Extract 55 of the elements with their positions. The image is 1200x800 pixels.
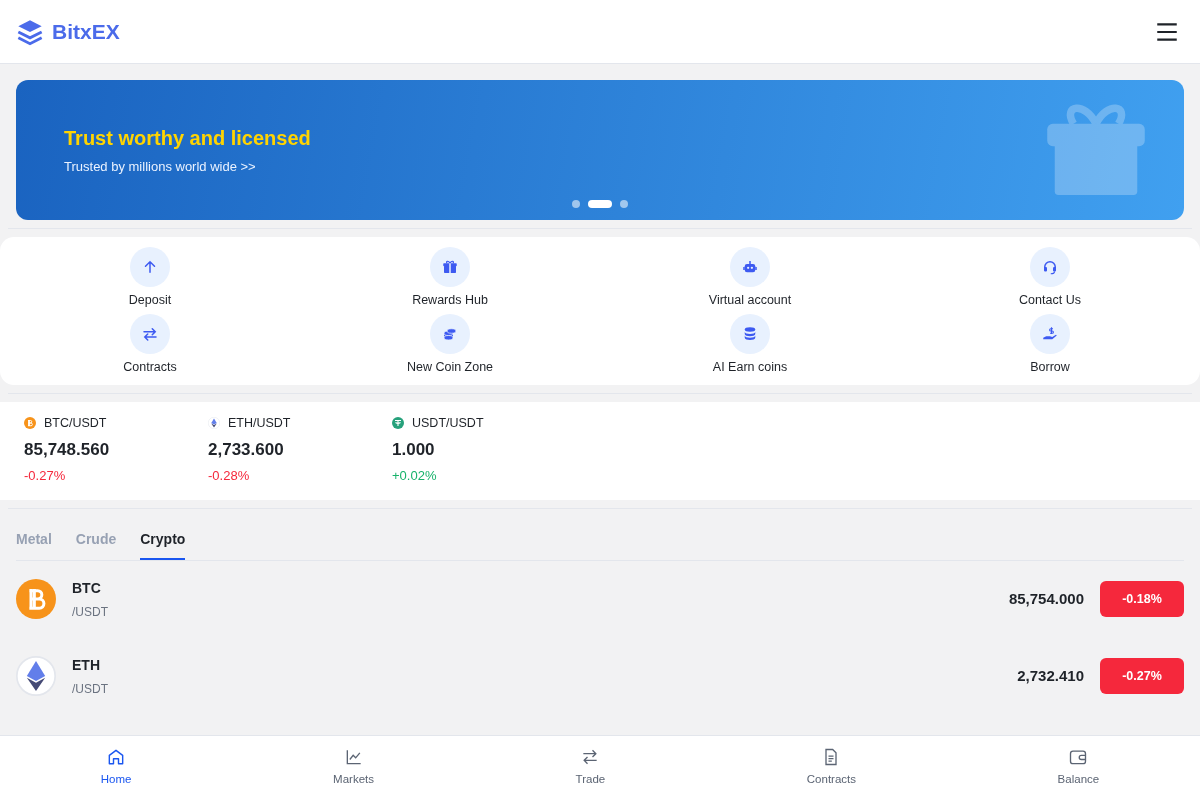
price-value: 85,754.000 — [1008, 589, 1084, 609]
category-tab[interactable]: Crypto — [140, 520, 186, 560]
nav-tab[interactable]: Home — [0, 736, 233, 800]
change-badge[interactable]: -0.27% — [1100, 658, 1184, 695]
pair-name: BTC/USDT — [44, 415, 107, 432]
ethereum-icon — [208, 417, 220, 430]
carousel-dot[interactable] — [572, 200, 580, 208]
shortcut-button[interactable] — [730, 314, 770, 354]
pair-name: USDT/USDT — [412, 415, 484, 432]
banner-title: Trust worthy and licensed — [64, 126, 312, 152]
pair-name: ETH/USDT — [228, 415, 291, 432]
market-row[interactable]: ETH /USDT 2,732.410 -0.27% — [0, 637, 1200, 715]
tether-icon — [392, 417, 404, 430]
shortcut-button[interactable] — [730, 247, 770, 287]
bitcoin-icon — [24, 417, 36, 430]
coin-symbol: BTC — [72, 578, 102, 598]
nav-tab[interactable]: Contracts — [706, 736, 957, 800]
shortcut-label: Rewards Hub — [412, 293, 488, 308]
quote-currency: /USDT — [72, 603, 108, 621]
price-value: 2,732.410 — [1017, 666, 1084, 686]
price-value: 2,733.600 — [208, 438, 285, 461]
change-percent: +0.02% — [392, 467, 438, 486]
swap-arrows-icon — [141, 325, 159, 343]
shortcut-label: Borrow — [1030, 360, 1070, 375]
shortcut-label: Contact Us — [1019, 293, 1081, 308]
shortcut-button[interactable] — [1030, 314, 1070, 354]
carousel-dot[interactable] — [620, 200, 628, 208]
price-value: 85,748.560 — [24, 438, 111, 461]
coin-symbol: ETH — [72, 655, 101, 675]
nav-tab[interactable]: Trade — [474, 736, 706, 800]
gift-icon — [441, 258, 459, 276]
shortcut-label: New Coin Zone — [406, 360, 494, 375]
shortcut-label: Virtual account — [708, 293, 792, 308]
quote-currency: /USDT — [72, 680, 108, 698]
bitcoin-icon — [16, 579, 56, 620]
shortcut-label: AI Earn coins — [712, 360, 788, 375]
shortcut-label: Deposit — [128, 293, 172, 308]
coins-icon — [441, 325, 459, 343]
shortcut-label: Contracts — [123, 360, 177, 375]
shortcut-button[interactable] — [430, 247, 470, 287]
shortcut-button[interactable] — [430, 314, 470, 354]
brand-name: BitxEX — [52, 18, 120, 45]
market-row[interactable]: BTC /USDT 85,754.000 -0.18% — [0, 560, 1200, 638]
ethereum-icon — [16, 656, 56, 697]
headset-icon — [1041, 258, 1059, 276]
price-value: 1.000 — [392, 438, 436, 461]
nav-tab[interactable]: Balance — [956, 736, 1200, 800]
nav-tab[interactable]: Markets — [232, 736, 475, 800]
change-percent: -0.27% — [24, 467, 67, 486]
shortcut-button[interactable] — [1030, 247, 1070, 287]
shortcut-button[interactable] — [130, 314, 170, 354]
change-badge[interactable]: -0.18% — [1100, 581, 1184, 618]
banner-link[interactable]: Trusted by millions world wide >> — [64, 157, 1184, 177]
shortcut-button[interactable] — [130, 247, 170, 287]
change-percent: -0.28% — [208, 467, 251, 486]
